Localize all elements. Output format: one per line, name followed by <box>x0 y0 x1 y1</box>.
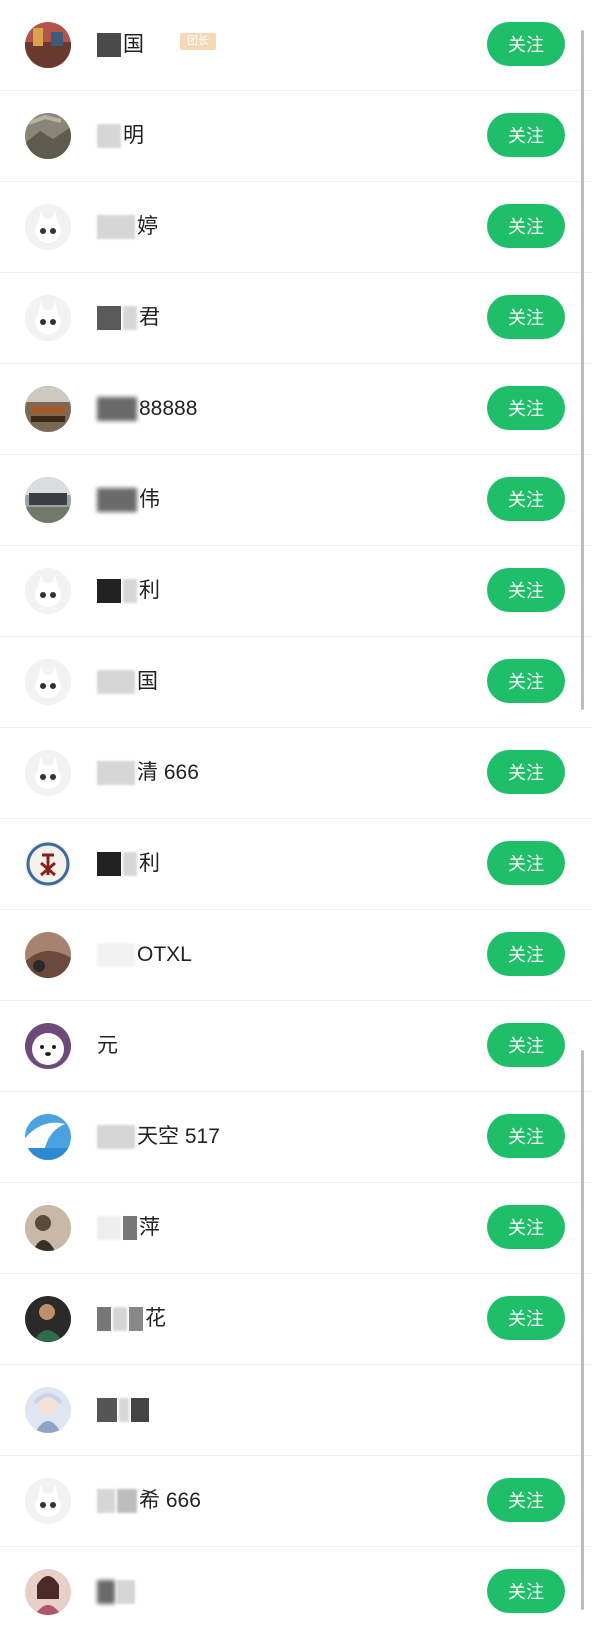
member-name <box>97 1577 137 1607</box>
default-avatar-icon[interactable] <box>25 659 71 705</box>
redacted-text <box>97 1125 135 1150</box>
follow-button[interactable]: 关注 <box>487 1205 565 1249</box>
member-name: 利 <box>97 849 160 879</box>
avatar[interactable] <box>25 1205 71 1251</box>
avatar[interactable] <box>25 113 71 159</box>
list-item[interactable]: 国 关注 <box>0 637 592 728</box>
follow-button[interactable]: 关注 <box>487 386 565 430</box>
follow-button[interactable]: 关注 <box>487 1569 565 1613</box>
member-name: 希 666 <box>97 1486 201 1516</box>
redacted-text <box>97 761 135 786</box>
list-item[interactable]: 天空 517 关注 <box>0 1092 592 1183</box>
avatar[interactable] <box>25 1023 71 1069</box>
redacted-text <box>97 397 137 422</box>
avatar[interactable] <box>25 1114 71 1160</box>
member-name: 婷 <box>97 212 158 242</box>
member-name: 明 <box>97 121 144 151</box>
member-name: 伟 <box>97 485 160 515</box>
redacted-text <box>97 33 121 58</box>
follow-button[interactable]: 关注 <box>487 477 565 521</box>
default-avatar-icon[interactable] <box>25 204 71 250</box>
avatar[interactable] <box>25 841 71 887</box>
member-name: 利 <box>97 576 160 606</box>
member-name: 萍 <box>97 1213 160 1243</box>
follow-button[interactable]: 关注 <box>487 295 565 339</box>
avatar[interactable] <box>25 932 71 978</box>
follow-button[interactable]: 关注 <box>487 750 565 794</box>
list-item[interactable]: 元 关注 <box>0 1001 592 1092</box>
avatar[interactable] <box>25 1569 71 1615</box>
redacted-text <box>97 943 135 968</box>
follow-button[interactable]: 关注 <box>487 841 565 885</box>
list-item[interactable]: 明 关注 <box>0 91 592 182</box>
member-name: 君 <box>97 303 160 333</box>
default-avatar-icon[interactable] <box>25 1478 71 1524</box>
scrollbar[interactable] <box>581 1050 584 1610</box>
member-name: OTXL <box>97 940 192 970</box>
list-item[interactable] <box>0 1365 592 1456</box>
member-name: 国 <box>97 30 144 60</box>
list-item[interactable]: 希 666 关注 <box>0 1456 592 1547</box>
list-item[interactable]: 婷 关注 <box>0 182 592 273</box>
avatar[interactable] <box>25 22 71 68</box>
list-item[interactable]: OTXL 关注 <box>0 910 592 1001</box>
avatar[interactable] <box>25 477 71 523</box>
follow-button[interactable]: 关注 <box>487 568 565 612</box>
redacted-text <box>97 1489 115 1514</box>
redacted-text <box>97 1398 117 1423</box>
list-item[interactable]: 利 关注 <box>0 819 592 910</box>
default-avatar-icon[interactable] <box>25 750 71 796</box>
redacted-text <box>97 1216 121 1241</box>
follow-button[interactable]: 关注 <box>487 932 565 976</box>
avatar[interactable] <box>25 1387 71 1433</box>
member-name: 花 <box>97 1304 166 1334</box>
redacted-text <box>97 124 121 149</box>
member-name <box>97 1395 151 1425</box>
list-item[interactable]: 花 关注 <box>0 1274 592 1365</box>
redacted-text <box>97 1580 115 1605</box>
follow-button[interactable]: 关注 <box>487 1296 565 1340</box>
list-item[interactable]: 清 666 关注 <box>0 728 592 819</box>
follow-button[interactable]: 关注 <box>487 1478 565 1522</box>
member-name: 88888 <box>97 394 197 424</box>
leader-badge: 团长 <box>180 33 216 50</box>
list-item[interactable]: 伟 关注 <box>0 455 592 546</box>
redacted-text <box>97 670 135 695</box>
member-name: 元 <box>97 1034 118 1057</box>
follow-button[interactable]: 关注 <box>487 113 565 157</box>
follow-button[interactable]: 关注 <box>487 1023 565 1067</box>
scrollbar[interactable] <box>581 30 584 710</box>
list-item[interactable]: 国 团长 关注 <box>0 0 592 91</box>
redacted-text <box>97 1307 111 1332</box>
member-name: 天空 517 <box>97 1122 220 1152</box>
list-item[interactable]: 关注 <box>0 1547 592 1638</box>
follow-button[interactable]: 关注 <box>487 204 565 248</box>
list-item[interactable]: 88888 关注 <box>0 364 592 455</box>
default-avatar-icon[interactable] <box>25 295 71 341</box>
member-name: 国 <box>97 667 158 697</box>
follow-button[interactable]: 关注 <box>487 659 565 703</box>
redacted-text <box>97 215 135 240</box>
follow-button[interactable]: 关注 <box>487 22 565 66</box>
member-name: 清 666 <box>97 758 199 788</box>
list-item[interactable]: 君 关注 <box>0 273 592 364</box>
list-item[interactable]: 利 关注 <box>0 546 592 637</box>
avatar[interactable] <box>25 386 71 432</box>
redacted-text <box>97 488 137 513</box>
redacted-text <box>97 579 121 604</box>
redacted-text <box>97 852 121 877</box>
redacted-text <box>97 306 121 331</box>
follow-button[interactable]: 关注 <box>487 1114 565 1158</box>
list-item[interactable]: 萍 关注 <box>0 1183 592 1274</box>
avatar[interactable] <box>25 1296 71 1342</box>
default-avatar-icon[interactable] <box>25 568 71 614</box>
